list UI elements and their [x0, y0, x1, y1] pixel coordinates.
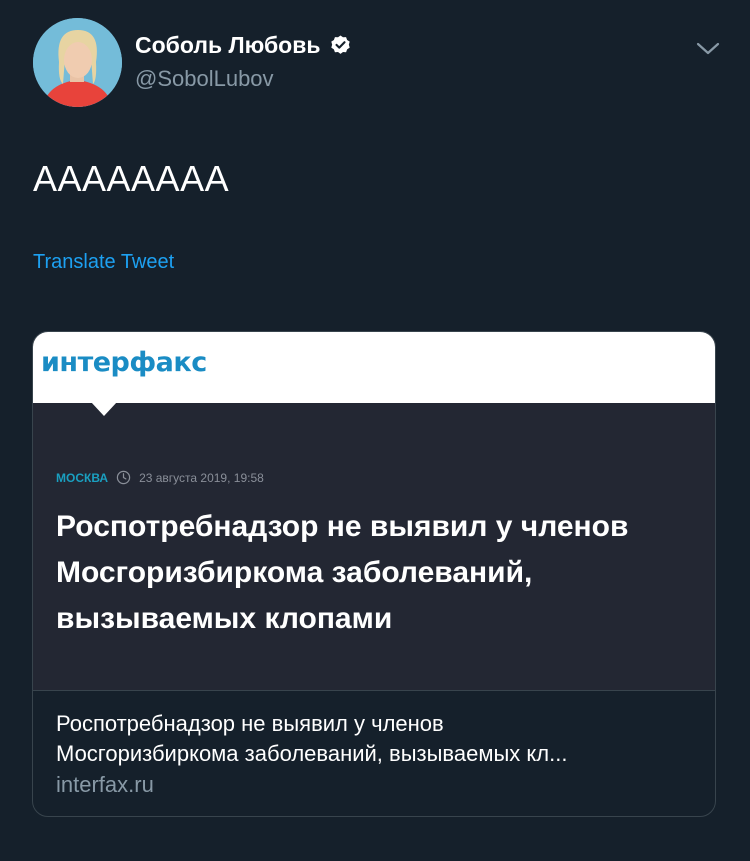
article-meta: МОСКВА 23 августа 2019, 19:58 — [56, 470, 264, 485]
clock-icon — [116, 470, 131, 485]
logo-pointer — [91, 402, 117, 416]
card-title[interactable]: Роспотребнадзор не выявил у членов Мосго… — [56, 709, 696, 769]
link-preview-card[interactable]: интерфакс МОСКВА 23 августа 2019, 19:58 … — [32, 331, 716, 817]
avatar[interactable] — [33, 18, 122, 107]
article-headline: Роспотребнадзор не выявил у членов Мосго… — [56, 510, 629, 635]
avatar-photo — [33, 18, 122, 107]
card-domain: interfax.ru — [56, 772, 154, 797]
author-handle[interactable]: @SobolLubov — [135, 66, 274, 92]
article-city: МОСКВА — [56, 470, 109, 485]
article-date: 23 августа 2019, 19:58 — [139, 470, 264, 485]
interfax-logo-band: интерфакс — [33, 332, 715, 403]
translate-tweet-link[interactable]: Translate Tweet — [33, 251, 174, 274]
author-display-name[interactable]: Соболь Любовь — [135, 32, 321, 59]
card-image: интерфакс МОСКВА 23 августа 2019, 19:58 … — [33, 332, 715, 690]
chevron-down-icon[interactable] — [693, 38, 723, 60]
interfax-logo: интерфакс — [41, 347, 207, 378]
card-title-line: Мосгоризбиркома заболеваний, вызываемых … — [56, 741, 568, 766]
card-title-line: Роспотребнадзор не выявил у членов — [56, 711, 444, 736]
author-name-row[interactable]: Соболь Любовь — [135, 32, 352, 59]
tweet-text: АААААААА — [33, 158, 230, 199]
card-divider — [33, 690, 715, 691]
verified-badge-icon — [329, 34, 352, 57]
